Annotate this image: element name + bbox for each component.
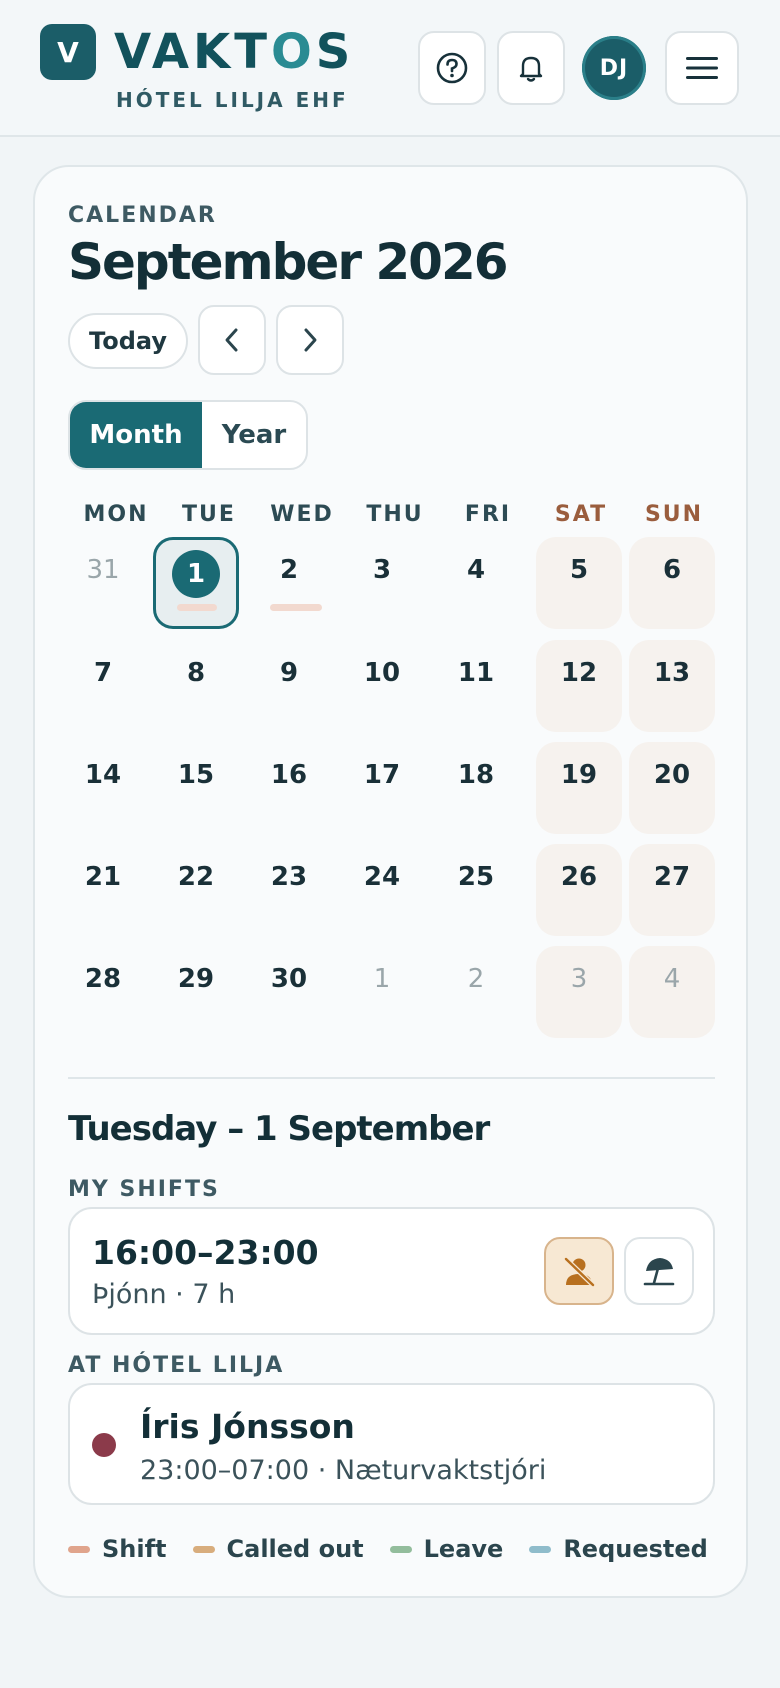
page-title: September 2026 <box>68 233 509 291</box>
brand-name: VAKTOS <box>114 22 354 82</box>
company-name: HÓTEL LILJA EHF <box>116 88 349 112</box>
calendar-day[interactable]: 2 <box>433 946 519 1038</box>
calendar-day[interactable]: 29 <box>153 946 239 1038</box>
weekday-header: SUN <box>644 502 704 527</box>
calendar-day[interactable]: 23 <box>246 844 332 936</box>
calendar-day[interactable]: 14 <box>60 742 146 834</box>
selected-day-title: Tuesday – 1 September <box>68 1109 490 1149</box>
menu-button[interactable] <box>665 31 739 105</box>
today-marker: 1 <box>172 550 220 598</box>
shift-detail: Þjónn · 7 h <box>92 1279 236 1310</box>
legend-label: Leave <box>423 1535 504 1563</box>
calendar-day[interactable]: 4 <box>629 946 715 1038</box>
legend-swatch <box>389 1545 412 1553</box>
avatar[interactable]: DJ <box>582 36 646 100</box>
shift-indicator <box>177 604 217 611</box>
colleagues-label: AT HÓTEL LILJA <box>68 1353 285 1378</box>
bell-icon <box>519 56 543 82</box>
weekday-header: SAT <box>554 502 608 527</box>
colleague-name: Íris Jónsson <box>140 1407 355 1446</box>
view-year-button[interactable]: Year <box>202 402 306 468</box>
calendar-day[interactable]: 15 <box>153 742 239 834</box>
notifications-button[interactable] <box>497 31 565 105</box>
calendar-day[interactable]: 19 <box>536 742 622 834</box>
calendar-day[interactable]: 21 <box>60 844 146 936</box>
shift-card[interactable]: 16:00–23:00 Þjónn · 7 h <box>68 1207 715 1335</box>
legend-swatch <box>68 1545 90 1553</box>
calendar-day-selected[interactable]: 1 <box>153 537 239 629</box>
calendar-day[interactable]: 25 <box>433 844 519 936</box>
legend-label: Called out <box>226 1535 364 1563</box>
app-header: V VAKTOS HÓTEL LILJA EHF DJ <box>0 0 780 137</box>
calendar-day[interactable]: 27 <box>629 844 715 936</box>
calendar-day[interactable]: 6 <box>629 537 715 629</box>
weekday-header: THU <box>366 502 424 527</box>
calendar-day[interactable]: 3 <box>339 537 425 629</box>
calendar-day[interactable]: 22 <box>153 844 239 936</box>
legend-swatch <box>529 1545 552 1553</box>
help-circle-icon <box>436 52 468 84</box>
calendar-day[interactable]: 4 <box>433 537 519 629</box>
calendar-day[interactable]: 13 <box>629 640 715 732</box>
calendar-day[interactable]: 20 <box>629 742 715 834</box>
calendar-day[interactable]: 3 <box>536 946 622 1038</box>
my-shifts-label: MY SHIFTS <box>68 1177 220 1202</box>
legend-item-shift: Shift <box>68 1535 167 1563</box>
calendar-day[interactable]: 12 <box>536 640 622 732</box>
calendar-day[interactable]: 18 <box>433 742 519 834</box>
legend-label: Requested <box>563 1535 708 1563</box>
calendar-day[interactable]: 1 <box>339 946 425 1038</box>
calendar-day[interactable]: 26 <box>536 844 622 936</box>
section-eyebrow: CALENDAR <box>68 203 217 228</box>
colleague-card[interactable]: Íris Jónsson 23:00–07:00 · Næturvaktstjó… <box>68 1383 715 1505</box>
calendar-day[interactable]: 8 <box>153 640 239 732</box>
weekday-header: FRI <box>464 502 512 527</box>
calendar-day[interactable]: 9 <box>246 640 332 732</box>
legend-item-leave: Leave <box>389 1535 504 1563</box>
today-button[interactable]: Today <box>68 313 188 369</box>
legend-item-requested: Requested <box>529 1535 708 1563</box>
shift-indicator <box>270 604 322 611</box>
calendar-day[interactable]: 5 <box>536 537 622 629</box>
calendar-day[interactable]: 2 <box>246 537 332 629</box>
prev-month-button[interactable] <box>198 305 266 375</box>
calendar-day[interactable]: 10 <box>339 640 425 732</box>
weekday-header: MON <box>83 502 149 527</box>
weekday-header: WED <box>270 502 334 527</box>
chevron-left-icon <box>225 328 238 352</box>
colleague-detail: 23:00–07:00 · Næturvaktstjóri <box>140 1455 547 1486</box>
next-month-button[interactable] <box>276 305 344 375</box>
weekday-header: TUE <box>182 502 236 527</box>
brand-prefix: VAKT <box>114 24 271 80</box>
legend-label: Shift <box>102 1535 167 1563</box>
calendar-day[interactable]: 28 <box>60 946 146 1038</box>
legend-item-called-out: Called out <box>192 1535 364 1563</box>
calendar-day[interactable]: 30 <box>246 946 332 1038</box>
logo-mark: V <box>40 24 96 80</box>
calendar-day[interactable]: 16 <box>246 742 332 834</box>
calendar-card: CALENDAR September 2026 Today Month Year… <box>33 165 748 1598</box>
view-month-button[interactable]: Month <box>70 402 202 468</box>
chevron-right-icon <box>304 328 317 352</box>
shift-time: 16:00–23:00 <box>92 1233 319 1272</box>
calendar-day[interactable]: 31 <box>60 537 146 629</box>
view-toggle: Month Year <box>68 400 308 470</box>
calendar-day[interactable]: 7 <box>60 640 146 732</box>
person-off-icon <box>564 1257 595 1287</box>
calendar-day[interactable]: 17 <box>339 742 425 834</box>
calendar-day[interactable]: 24 <box>339 844 425 936</box>
brand-suffix: S <box>315 24 355 80</box>
brand-o: O <box>270 24 316 80</box>
beach-umbrella-icon <box>643 1258 675 1286</box>
divider <box>68 1077 715 1079</box>
hamburger-menu-icon <box>686 57 718 79</box>
help-button[interactable] <box>418 31 486 105</box>
colleague-status-dot <box>92 1433 116 1457</box>
call-out-button[interactable] <box>544 1237 614 1305</box>
legend-swatch <box>192 1545 215 1553</box>
request-leave-button[interactable] <box>624 1237 694 1305</box>
calendar-day[interactable]: 11 <box>433 640 519 732</box>
legend: Shift Called out Leave Requested <box>68 1535 734 1563</box>
